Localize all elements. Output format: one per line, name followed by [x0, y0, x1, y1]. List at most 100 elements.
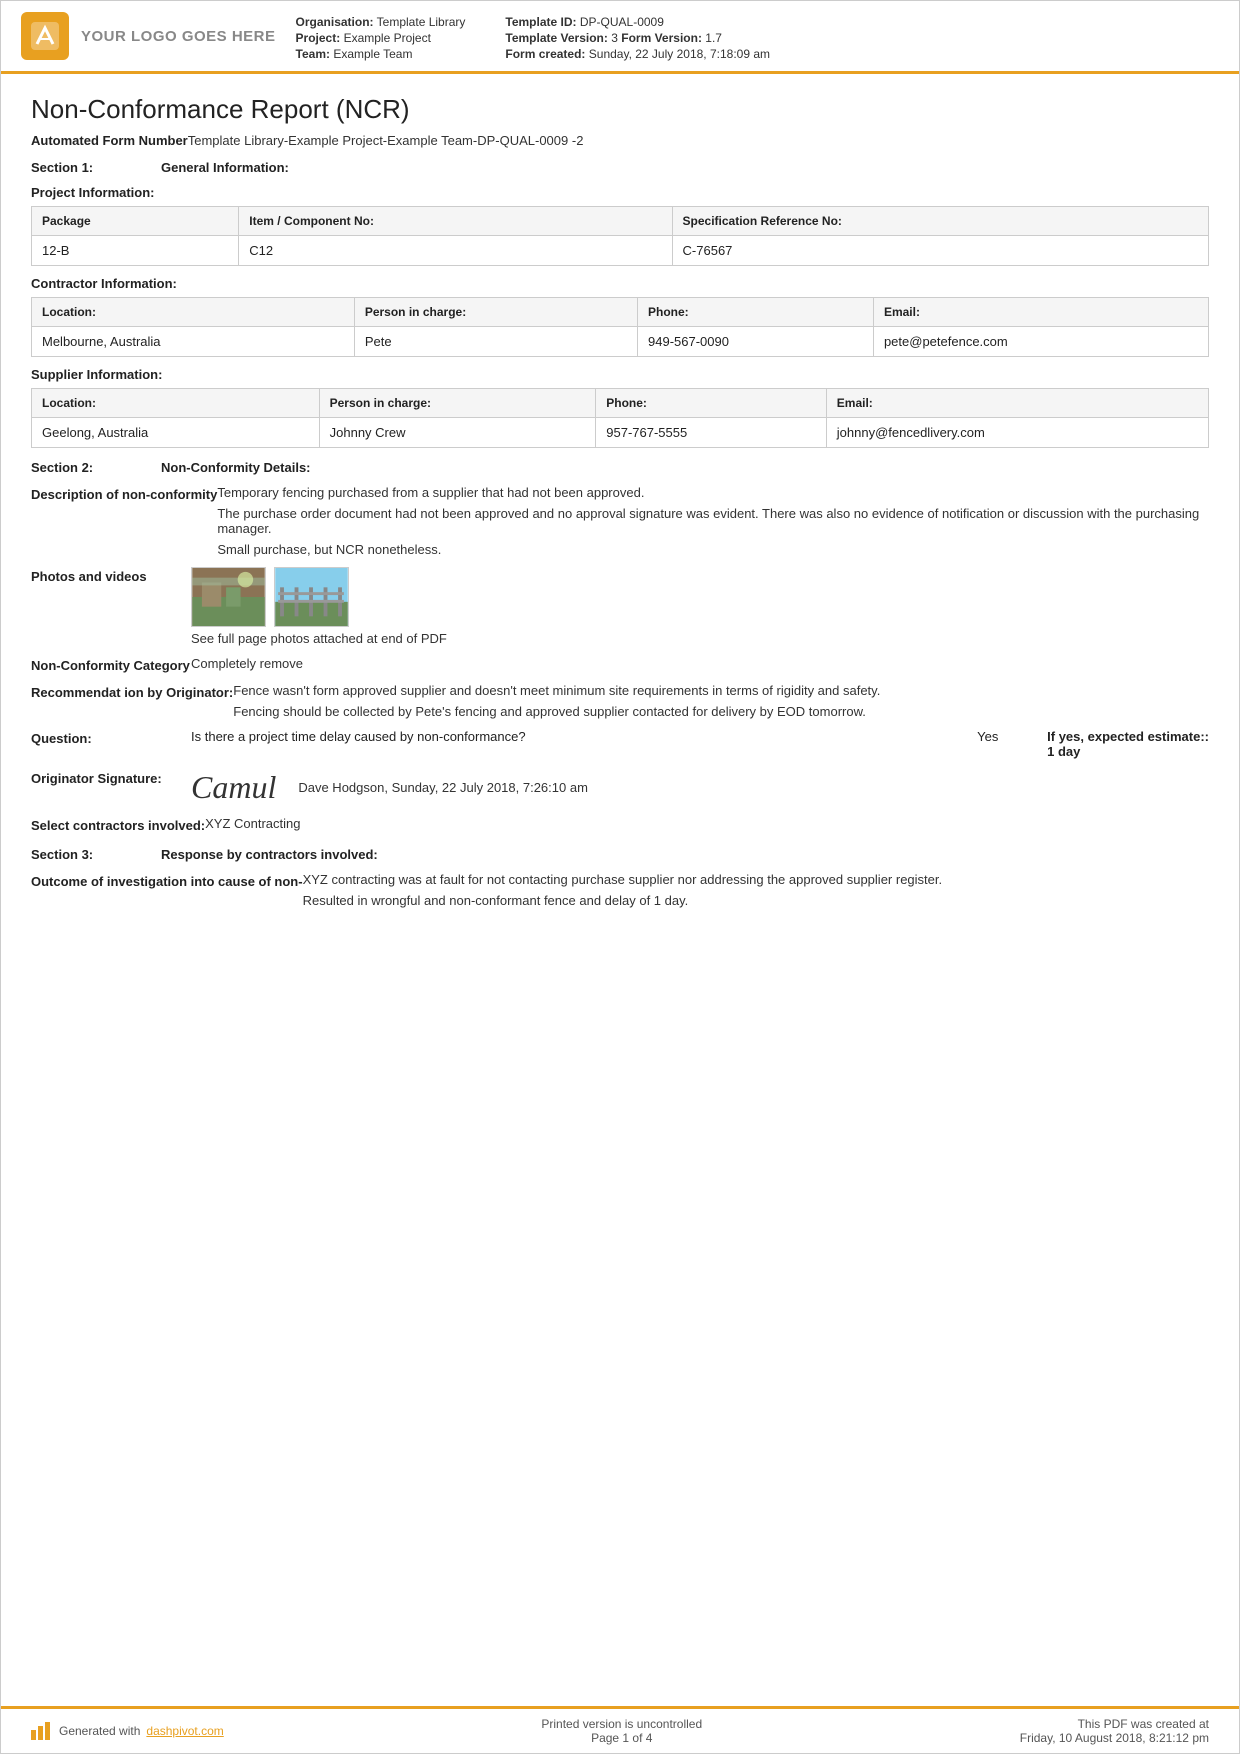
description-value: Temporary fencing purchased from a suppl… — [217, 485, 1209, 557]
contractor-col-location: Location: — [32, 298, 355, 327]
footer-logo — [31, 1722, 53, 1740]
supplier-row: Geelong, Australia Johnny Crew 957-767-5… — [32, 418, 1209, 448]
contractor-phone: 949-567-0090 — [638, 327, 874, 357]
project-package: 12-B — [32, 236, 239, 266]
description-p2: The purchase order document had not been… — [217, 506, 1209, 536]
question-row: Question: Is there a project time delay … — [31, 729, 1209, 759]
footer-left: Generated with dashpivot.com — [31, 1722, 224, 1740]
contractor-info-title: Contractor Information: — [31, 276, 1209, 291]
select-contractors-row: Select contractors involved: XYZ Contrac… — [31, 816, 1209, 833]
header: YOUR LOGO GOES HERE Organisation: Templa… — [1, 1, 1239, 74]
section1-label: Section 1: — [31, 160, 161, 175]
question-estimate-label: If yes, expected estimate:: — [1047, 729, 1209, 744]
project-table: Package Item / Component No: Specificati… — [31, 206, 1209, 266]
project-spec: C-76567 — [672, 236, 1208, 266]
photos-label: Photos and videos — [31, 567, 191, 584]
question-estimate: If yes, expected estimate::1 day — [1047, 729, 1209, 759]
nc-category-value: Completely remove — [191, 656, 1209, 671]
footer: Generated with dashpivot.com Printed ver… — [1, 1706, 1239, 1753]
question-label: Question: — [31, 729, 191, 746]
contractor-col-phone: Phone: — [638, 298, 874, 327]
supplier-person: Johnny Crew — [319, 418, 596, 448]
select-contractors-label: Select contractors involved: — [31, 816, 205, 833]
recommendation-p1: Fence wasn't form approved supplier and … — [233, 683, 1209, 698]
section3-header: Section 3: Response by contractors invol… — [31, 847, 1209, 862]
team-line: Team: Example Team — [296, 47, 466, 61]
template-version-line: Template Version: 3 Form Version: 1.7 — [505, 31, 770, 45]
supplier-col-location: Location: — [32, 389, 320, 418]
outcome-row: Outcome of investigation into cause of n… — [31, 872, 1209, 908]
description-p3: Small purchase, but NCR nonetheless. — [217, 542, 1209, 557]
main-content: Non-Conformance Report (NCR) Automated F… — [1, 74, 1239, 1706]
outcome-value: XYZ contracting was at fault for not con… — [303, 872, 1209, 908]
footer-generated-text: Generated with — [59, 1724, 140, 1738]
org-line: Organisation: Template Library — [296, 15, 466, 29]
outcome-p1: XYZ contracting was at fault for not con… — [303, 872, 1209, 887]
footer-right-text: This PDF was created at — [1020, 1717, 1209, 1731]
recommendation-value: Fence wasn't form approved supplier and … — [233, 683, 1209, 719]
nc-category-label: Non-Conformity Category — [31, 656, 191, 673]
outcome-label: Outcome of investigation into cause of n… — [31, 872, 303, 889]
recommendation-row: Recommendat ion by Originator: Fence was… — [31, 683, 1209, 719]
header-col-right: Template ID: DP-QUAL-0009 Template Versi… — [505, 15, 770, 61]
logo-icon — [21, 12, 69, 60]
question-estimate-value: 1 day — [1047, 744, 1080, 759]
photos-row: Photos and videos — [31, 567, 1209, 646]
form-created-line: Form created: Sunday, 22 July 2018, 7:18… — [505, 47, 770, 61]
project-col-package: Package — [32, 207, 239, 236]
header-col-left: Organisation: Template Library Project: … — [296, 15, 466, 61]
originator-sig-row: Originator Signature: Camul Dave Hodgson… — [31, 769, 1209, 806]
project-row: 12-B C12 C-76567 — [32, 236, 1209, 266]
report-title: Non-Conformance Report (NCR) — [31, 94, 1209, 125]
project-line: Project: Example Project — [296, 31, 466, 45]
project-col-spec: Specification Reference No: — [672, 207, 1208, 236]
logo-text: YOUR LOGO GOES HERE — [81, 28, 276, 45]
photos-caption: See full page photos attached at end of … — [191, 631, 1209, 646]
description-label: Description of non-conformity — [31, 485, 217, 502]
question-answer: Yes — [977, 729, 1027, 744]
supplier-info-title: Supplier Information: — [31, 367, 1209, 382]
section1-title: General Information: — [161, 160, 289, 175]
form-number-value: Template Library-Example Project-Example… — [188, 133, 584, 148]
contractor-row: Melbourne, Australia Pete 949-567-0090 p… — [32, 327, 1209, 357]
supplier-email: johnny@fencedlivery.com — [826, 418, 1208, 448]
footer-center: Printed version is uncontrolled Page 1 o… — [541, 1717, 702, 1745]
section2-header: Section 2: Non-Conformity Details: — [31, 460, 1209, 475]
contractor-col-person: Person in charge: — [354, 298, 637, 327]
contractor-person: Pete — [354, 327, 637, 357]
question-text: Is there a project time delay caused by … — [191, 729, 957, 744]
footer-uncontrolled: Printed version is uncontrolled — [541, 1717, 702, 1731]
supplier-phone: 957-767-5555 — [596, 418, 827, 448]
footer-link[interactable]: dashpivot.com — [146, 1724, 223, 1738]
originator-sig-meta: Dave Hodgson, Sunday, 22 July 2018, 7:26… — [298, 780, 588, 795]
project-info-title: Project Information: — [31, 185, 1209, 200]
project-item: C12 — [239, 236, 672, 266]
select-contractors-value: XYZ Contracting — [205, 816, 1209, 831]
recommendation-p2: Fencing should be collected by Pete's fe… — [233, 704, 1209, 719]
originator-sig-label: Originator Signature: — [31, 769, 191, 786]
project-col-item: Item / Component No: — [239, 207, 672, 236]
supplier-col-person: Person in charge: — [319, 389, 596, 418]
logo-area: YOUR LOGO GOES HERE — [21, 11, 276, 61]
contractor-table: Location: Person in charge: Phone: Email… — [31, 297, 1209, 357]
description-row: Description of non-conformity Temporary … — [31, 485, 1209, 557]
photo-container — [191, 567, 1209, 627]
form-number-row: Automated Form Number Template Library-E… — [31, 133, 1209, 148]
footer-right-date: Friday, 10 August 2018, 8:21:12 pm — [1020, 1731, 1209, 1745]
originator-sig-value: Camul Dave Hodgson, Sunday, 22 July 2018… — [191, 769, 1209, 806]
photo-thumb-2 — [274, 567, 349, 627]
section3-label: Section 3: — [31, 847, 161, 862]
signature-image: Camul — [191, 769, 276, 806]
template-id-line: Template ID: DP-QUAL-0009 — [505, 15, 770, 29]
footer-right: This PDF was created at Friday, 10 Augus… — [1020, 1717, 1209, 1745]
recommendation-label: Recommendat ion by Originator: — [31, 683, 233, 700]
question-content: Is there a project time delay caused by … — [191, 729, 1209, 759]
form-number-label: Automated Form Number — [31, 133, 188, 148]
section2-label: Section 2: — [31, 460, 161, 475]
supplier-col-email: Email: — [826, 389, 1208, 418]
section1-header: Section 1: General Information: — [31, 160, 1209, 175]
description-p1: Temporary fencing purchased from a suppl… — [217, 485, 1209, 500]
contractor-email: pete@petefence.com — [873, 327, 1208, 357]
footer-page: Page 1 of 4 — [541, 1731, 702, 1745]
supplier-col-phone: Phone: — [596, 389, 827, 418]
